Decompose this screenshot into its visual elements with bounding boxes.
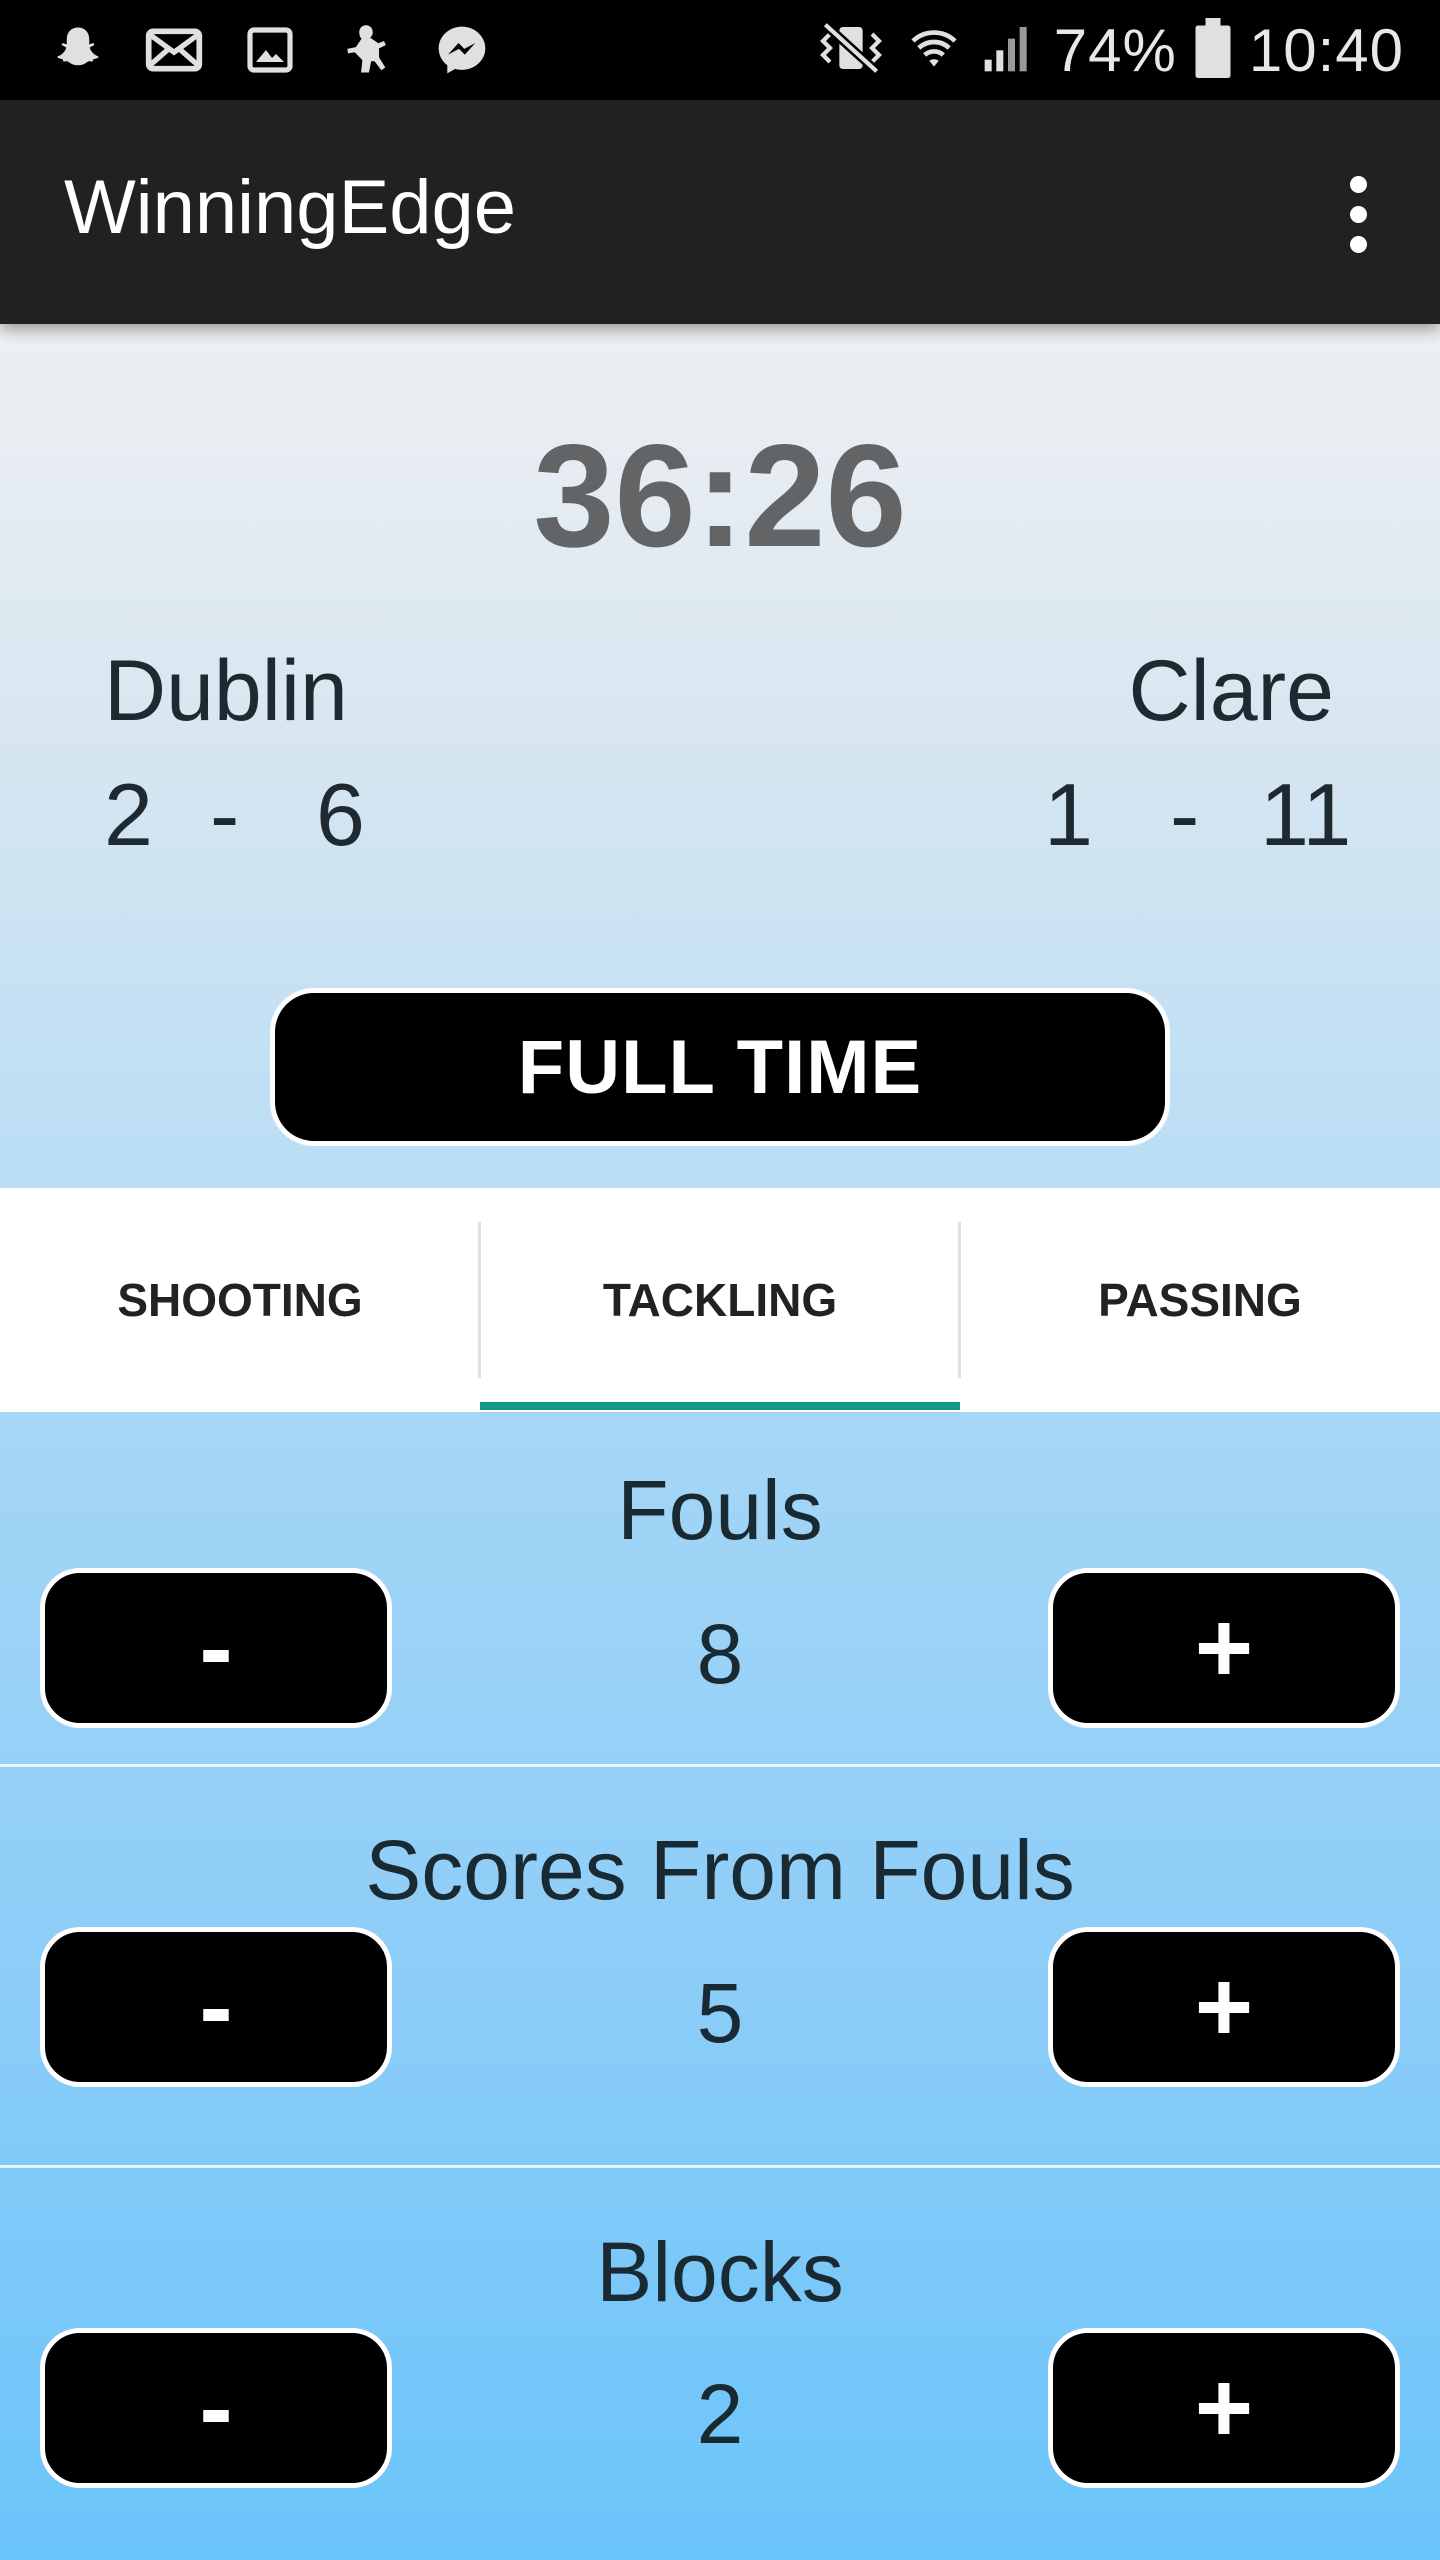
app-title: WinningEdge xyxy=(64,165,517,250)
full-time-button[interactable]: FULL TIME xyxy=(270,988,1170,1146)
stat-row-scores-from-fouls: Scores From Fouls - 5 + xyxy=(0,1767,1440,2165)
wifi-icon xyxy=(906,20,962,81)
signal-icon xyxy=(980,20,1036,81)
tab-shooting[interactable]: SHOOTING xyxy=(0,1188,480,1412)
vibrate-icon xyxy=(814,20,888,81)
away-goals: 1 xyxy=(1044,765,1093,864)
stat-value: 2 xyxy=(696,2367,744,2461)
home-points: 6 xyxy=(316,765,365,864)
tackling-stats: Fouls - 8 + Scores From Fouls - 5 + Bloc… xyxy=(0,1412,1440,2560)
home-team-score: 2 - 6 xyxy=(104,764,444,864)
away-team-name: Clare xyxy=(1128,643,1334,739)
clock: 10:40 xyxy=(1248,16,1404,84)
home-team-name: Dublin xyxy=(104,643,348,739)
selected-tab-indicator xyxy=(480,1402,960,1410)
app-icon xyxy=(336,22,396,78)
stat-label: Fouls xyxy=(617,1463,823,1557)
tab-bar: SHOOTING TACKLING PASSING xyxy=(0,1188,1440,1412)
tab-tackling[interactable]: TACKLING xyxy=(480,1188,960,1412)
increment-blocks-button[interactable]: + xyxy=(1048,2328,1400,2488)
home-goals: 2 xyxy=(104,765,153,864)
decrement-blocks-button[interactable]: - xyxy=(40,2328,392,2488)
battery-percent: 74% xyxy=(1053,16,1177,84)
home-score-separator: - xyxy=(210,765,240,864)
app-bar: WinningEdge xyxy=(0,100,1440,324)
stat-value: 5 xyxy=(696,1966,744,2060)
away-points: 11 xyxy=(1260,765,1352,864)
notification-icons xyxy=(48,22,492,78)
decrement-fouls-button[interactable]: - xyxy=(40,1568,392,1728)
image-icon xyxy=(240,22,300,78)
tab-passing[interactable]: PASSING xyxy=(960,1188,1440,1412)
overflow-menu-icon[interactable] xyxy=(1316,172,1400,256)
status-bar: 74% 10:40 xyxy=(0,0,1440,100)
match-timer: 36:26 xyxy=(533,414,907,577)
stat-row-blocks: Blocks - 2 + xyxy=(0,2168,1440,2560)
away-score-separator: - xyxy=(1170,765,1200,864)
decrement-scores-from-fouls-button[interactable]: - xyxy=(40,1927,392,2087)
snapchat-icon xyxy=(48,22,108,78)
increment-scores-from-fouls-button[interactable]: + xyxy=(1048,1927,1400,2087)
stat-row-fouls: Fouls - 8 + xyxy=(0,1412,1440,1764)
increment-fouls-button[interactable]: + xyxy=(1048,1568,1400,1728)
stat-label: Blocks xyxy=(596,2225,844,2319)
messenger-icon xyxy=(432,22,492,78)
stat-value: 8 xyxy=(696,1607,744,1701)
away-team-score: 1 - 11 xyxy=(1044,764,1384,864)
system-status: 74% 10:40 xyxy=(814,14,1404,86)
stat-label: Scores From Fouls xyxy=(365,1823,1075,1917)
battery-icon xyxy=(1195,17,1231,83)
mail-icon xyxy=(144,22,204,78)
score-panel: 36:26 Dublin Clare 2 - 6 1 - 11 FULL TIM… xyxy=(0,324,1440,1188)
